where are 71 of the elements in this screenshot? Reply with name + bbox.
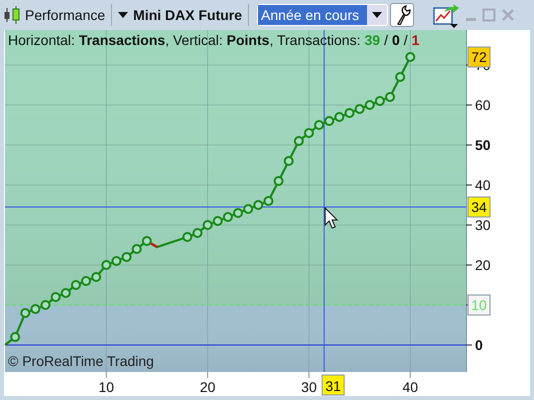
data-point <box>50 292 61 302</box>
chart-icon[interactable] <box>432 2 460 28</box>
data-point <box>385 92 395 102</box>
data-point <box>324 116 334 126</box>
caret-icon <box>118 12 128 18</box>
data-point <box>91 272 102 282</box>
y-axis-label: 60 <box>475 97 491 113</box>
data-point <box>364 100 375 110</box>
data-point <box>212 216 223 226</box>
data-point <box>202 220 213 230</box>
y-tick-label: 10 <box>471 297 487 313</box>
maximize-icon[interactable] <box>482 8 496 22</box>
ref-line-label: 31 <box>325 378 342 394</box>
data-point <box>101 260 112 270</box>
y-axis-label: 0 <box>475 337 483 353</box>
candlestick-icon <box>3 5 21 25</box>
data-point <box>132 244 142 254</box>
transaction-count: 39 <box>364 32 380 48</box>
data-point <box>334 112 344 122</box>
data-point <box>395 72 406 82</box>
x-axis-label: 10 <box>98 379 114 395</box>
data-point <box>274 176 284 186</box>
data-point <box>294 136 304 146</box>
y-axis-label: 30 <box>475 217 491 233</box>
index-label: 31 <box>322 374 345 396</box>
data-point <box>314 120 324 130</box>
legend-separator: / <box>404 32 408 48</box>
data-point <box>253 200 264 210</box>
y-axis-label: 20 <box>475 257 491 273</box>
data-point <box>122 252 132 262</box>
data-point <box>354 104 365 114</box>
data-point <box>111 256 122 266</box>
settings-button[interactable] <box>390 3 414 27</box>
data-point <box>182 232 192 242</box>
data-point <box>344 108 354 118</box>
performance-button[interactable]: Performance <box>23 5 108 25</box>
legend-separator: / <box>384 32 388 48</box>
data-point <box>10 332 20 342</box>
last-value-label: 72 <box>468 46 490 68</box>
mouse-cursor-icon <box>324 206 338 229</box>
transaction-count: 0 <box>392 32 400 48</box>
caret-icon <box>372 12 382 18</box>
y-axis-label: 40 <box>475 177 491 193</box>
data-point <box>60 288 71 298</box>
instrument-button[interactable]: Mini DAX Future <box>116 5 244 25</box>
data-point <box>40 300 51 310</box>
data-point <box>222 212 233 222</box>
data-point <box>20 308 30 318</box>
data-point <box>374 96 385 106</box>
data-point <box>192 228 202 238</box>
close-icon[interactable] <box>501 8 516 22</box>
value-label: 10 <box>468 294 490 316</box>
transaction-count: 1 <box>412 32 420 48</box>
data-point <box>30 304 40 314</box>
period-dropdown[interactable]: Année en cours <box>257 4 388 26</box>
data-point <box>243 204 254 214</box>
x-axis-label: 30 <box>301 379 317 395</box>
y-axis-label: 50 <box>475 137 491 153</box>
data-point <box>70 280 81 290</box>
x-axis-label: 40 <box>402 379 418 395</box>
value-label: 34 <box>468 196 490 218</box>
data-point <box>263 196 274 206</box>
data-point <box>233 208 244 218</box>
data-point <box>142 236 152 246</box>
data-point <box>284 156 294 166</box>
copyright-text: © ProRealTime Trading <box>8 353 154 369</box>
x-axis-label: 20 <box>200 379 216 395</box>
data-point <box>304 128 314 138</box>
data-point <box>405 52 416 62</box>
data-point <box>81 276 92 286</box>
ref-line-label: 34 <box>471 199 487 215</box>
